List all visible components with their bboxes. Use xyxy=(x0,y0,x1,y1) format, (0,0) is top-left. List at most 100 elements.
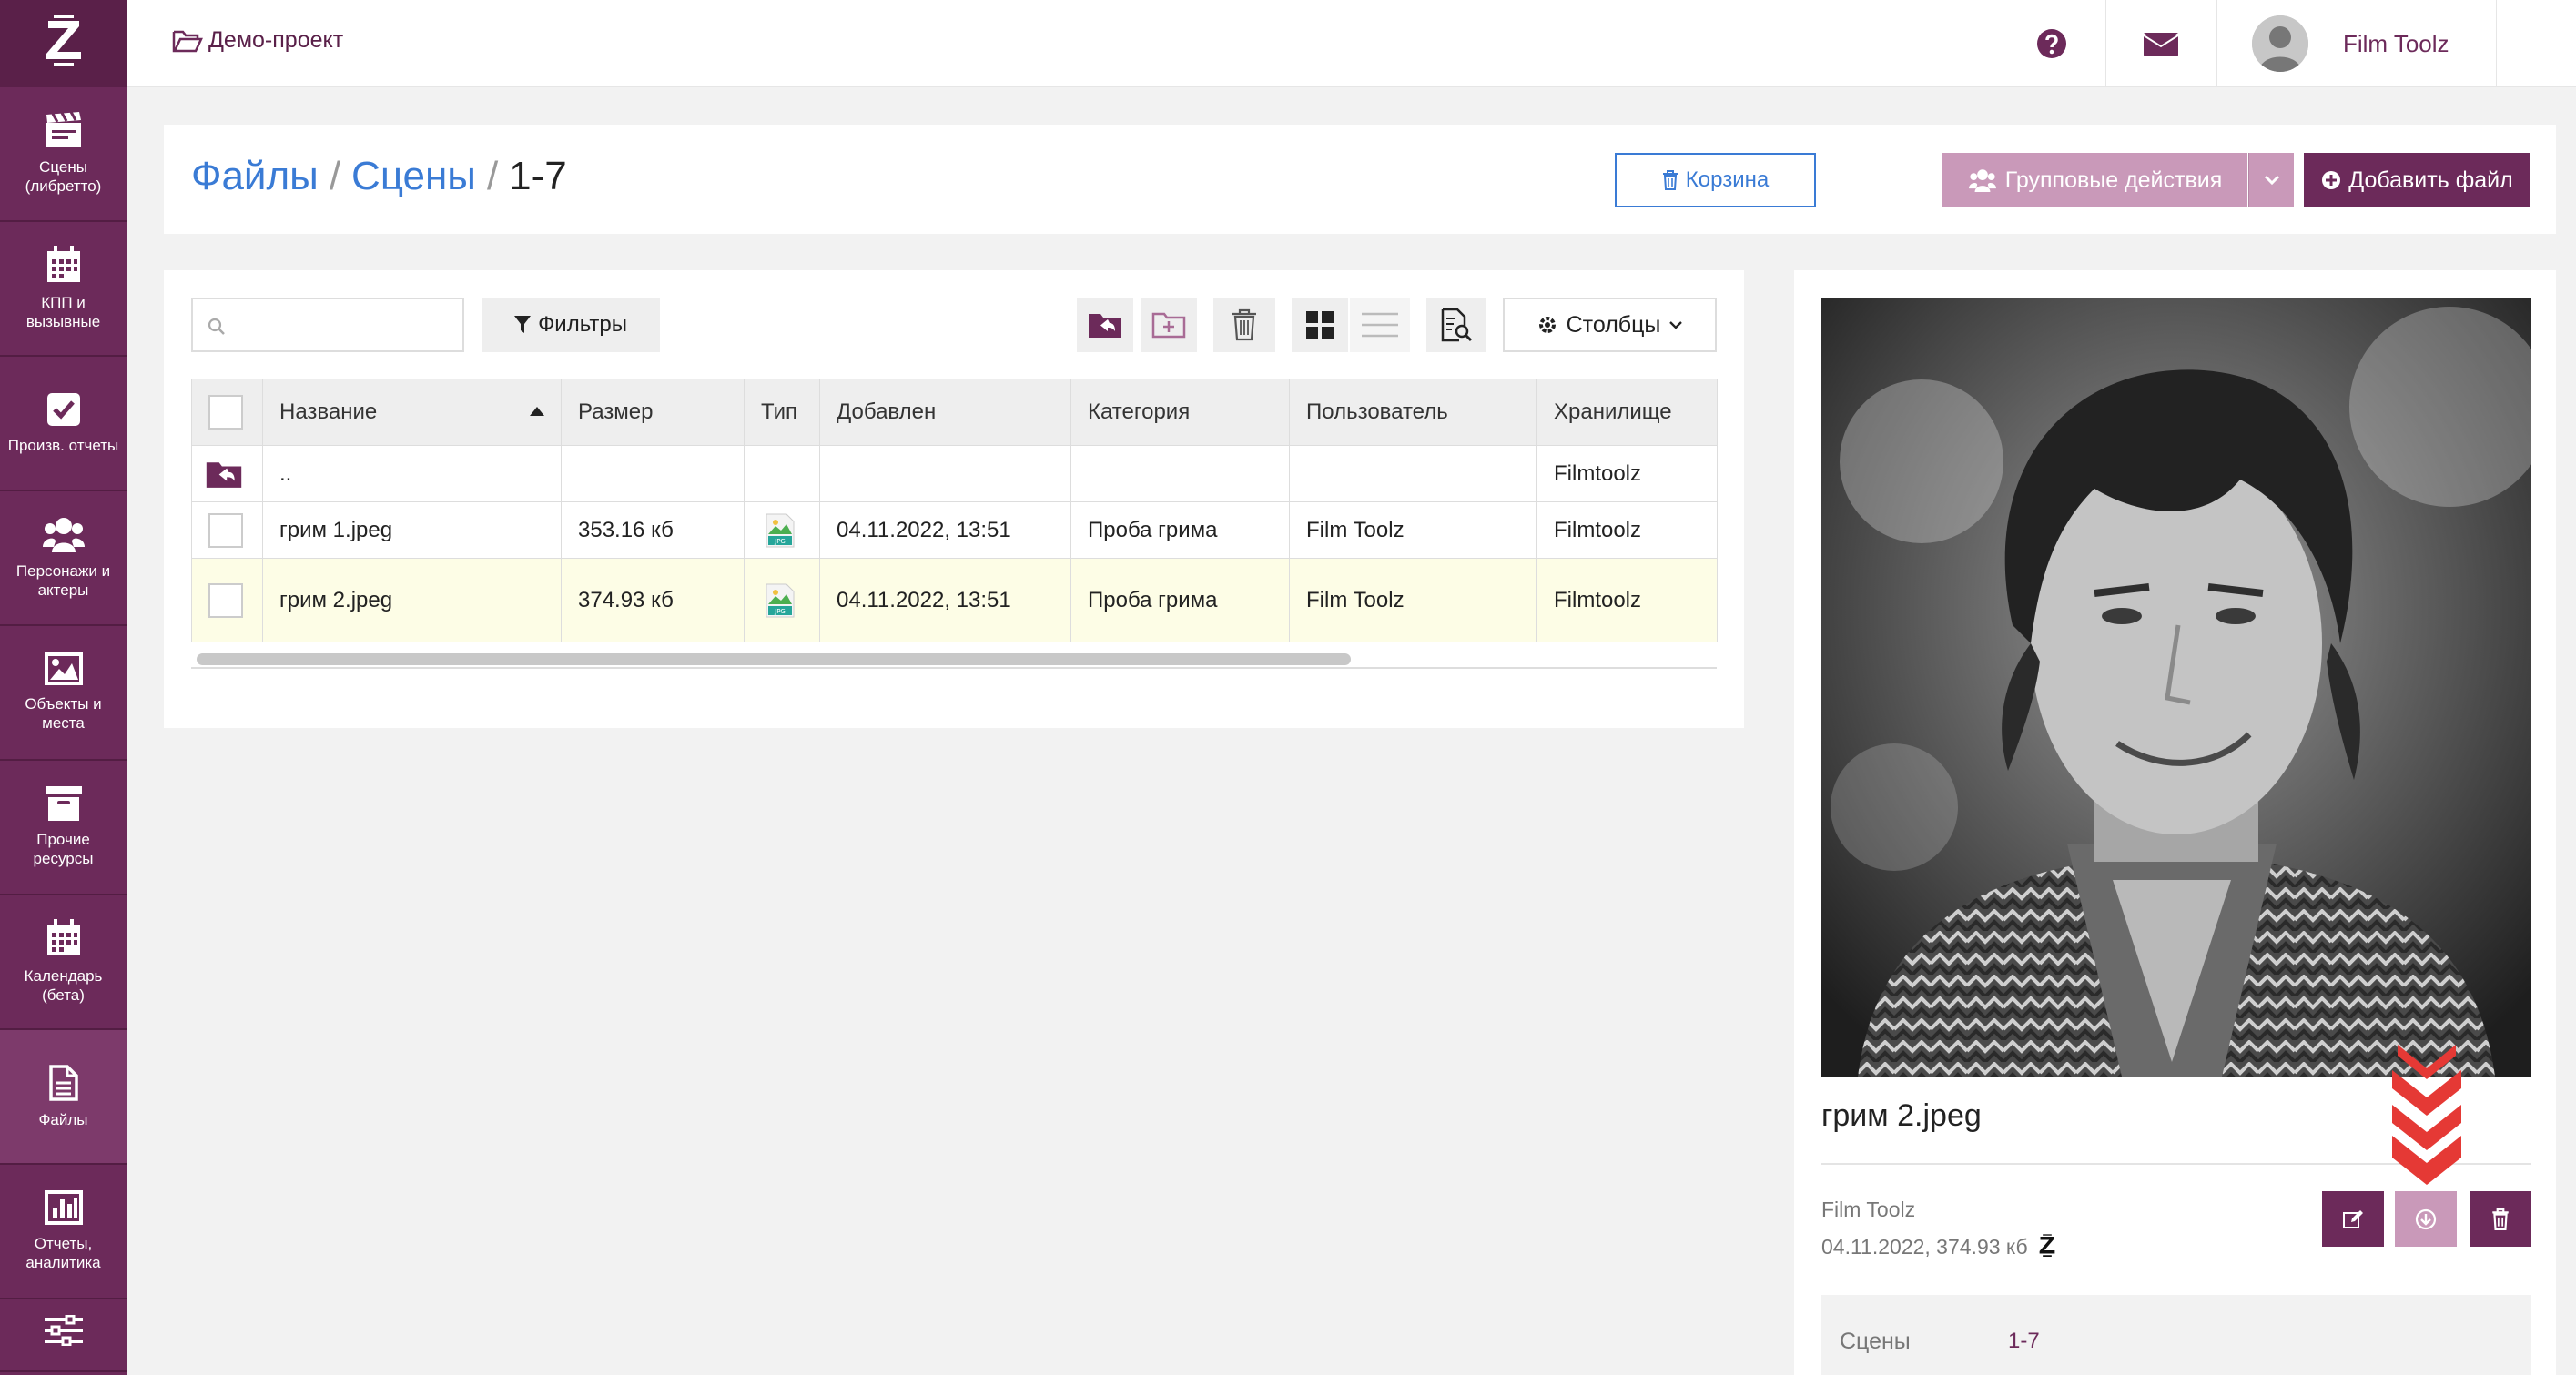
delete-selected-button[interactable] xyxy=(1213,298,1275,352)
row-name[interactable]: грим 1.jpeg xyxy=(262,501,562,559)
select-all-checkbox[interactable] xyxy=(208,395,243,430)
column-header-type[interactable]: Тип xyxy=(744,379,820,446)
breadcrumb-separator: / xyxy=(329,154,341,198)
breadcrumb-current: 1-7 xyxy=(509,154,567,198)
folder-plus-icon xyxy=(1151,312,1186,339)
download-file-button[interactable] xyxy=(2395,1191,2457,1247)
row-name[interactable]: грим 2.jpeg xyxy=(262,558,562,642)
columns-button[interactable]: Столбцы xyxy=(1503,298,1717,352)
messages-button[interactable] xyxy=(2105,0,2216,87)
checkbox-icon xyxy=(46,392,81,427)
help-button[interactable] xyxy=(2017,0,2086,87)
column-header-size[interactable]: Размер xyxy=(561,379,745,446)
row-added: 04.11.2022, 13:51 xyxy=(819,501,1071,559)
avatar xyxy=(2252,15,2308,72)
bar-chart-icon xyxy=(44,1190,83,1225)
sidebar-item-resources[interactable]: Прочие ресурсы xyxy=(0,761,127,895)
columns-label: Столбцы xyxy=(1566,311,1661,338)
breadcrumb-separator: / xyxy=(486,154,499,198)
search-box[interactable] xyxy=(191,298,464,352)
column-header-storage[interactable]: Хранилище xyxy=(1536,379,1718,446)
preview-toggle-button[interactable] xyxy=(1426,298,1486,352)
group-actions-dropdown[interactable] xyxy=(2248,153,2294,207)
user-menu[interactable]: Film Toolz xyxy=(2252,0,2449,87)
column-header-added[interactable]: Добавлен xyxy=(819,379,1071,446)
breadcrumb-files[interactable]: Файлы xyxy=(191,154,319,198)
users-icon xyxy=(1968,169,1996,192)
sidebar-item-label: Прочие ресурсы xyxy=(33,831,94,867)
folder-up-button[interactable] xyxy=(1077,298,1133,352)
archive-icon xyxy=(45,786,82,821)
sidebar-item-label: Файлы xyxy=(38,1110,88,1128)
row-category: Проба грима xyxy=(1070,558,1290,642)
row-name[interactable]: .. xyxy=(262,445,562,502)
filter-icon xyxy=(514,316,532,333)
table-row-selected[interactable]: грим 2.jpeg 374.93 кб JPG 04.11.2022, 13… xyxy=(191,558,1718,642)
sidebar-item-calendar[interactable]: Календарь (бета) xyxy=(0,895,127,1030)
breadcrumb: Файлы / Сцены/1-7 xyxy=(191,154,567,199)
chevron-down-icon xyxy=(1669,321,1683,329)
row-checkbox[interactable] xyxy=(208,582,243,618)
table-row-parent[interactable]: .. Filmtoolz xyxy=(191,445,1718,502)
sort-asc-icon xyxy=(530,407,544,416)
property-scene-link[interactable]: 1-7 xyxy=(2008,1329,2040,1354)
trash-icon xyxy=(1232,308,1256,341)
group-actions-button[interactable]: Групповые действия xyxy=(1942,153,2247,207)
folder-back-icon xyxy=(1089,314,1121,338)
sidebar-item-analytics[interactable]: Отчеты, аналитика xyxy=(0,1165,127,1299)
sidebar-item-settings[interactable] xyxy=(0,1299,127,1372)
column-header-category[interactable]: Категория xyxy=(1070,379,1290,446)
download-hint-arrow-icon xyxy=(2388,1045,2465,1187)
table-header-row: Название Размер Тип Добавлен Категория П… xyxy=(191,379,1718,446)
row-size: 374.93 кб xyxy=(561,558,745,642)
folder-back-icon xyxy=(206,461,242,488)
calendar-icon xyxy=(46,919,82,957)
users-icon xyxy=(42,516,85,552)
grid-icon xyxy=(1306,311,1334,339)
property-label: Сцены xyxy=(1840,1329,1911,1354)
trash-button-label: Корзина xyxy=(1685,167,1770,192)
sidebar-item-scenes[interactable]: Сцены (либретто) xyxy=(0,87,127,222)
trash-button[interactable]: Корзина xyxy=(1615,153,1816,207)
grid-view-button[interactable] xyxy=(1292,298,1348,352)
scrollbar-thumb[interactable] xyxy=(197,653,1351,665)
sidebar-item-characters[interactable]: Персонажи и актеры xyxy=(0,491,127,626)
jpg-file-icon: JPG xyxy=(744,501,820,559)
add-file-button[interactable]: Добавить файл xyxy=(2304,153,2530,207)
new-folder-button[interactable] xyxy=(1141,298,1197,352)
image-preview[interactable] xyxy=(1821,298,2531,1077)
filters-button[interactable]: Фильтры xyxy=(482,298,660,352)
sidebar-item-reports[interactable]: Произв. отчеты xyxy=(0,357,127,491)
column-header-user[interactable]: Пользователь xyxy=(1289,379,1537,446)
row-storage: Filmtoolz xyxy=(1536,445,1718,502)
gear-icon xyxy=(1538,317,1556,333)
search-input[interactable] xyxy=(233,307,451,343)
select-all-cell[interactable] xyxy=(191,379,263,446)
sidebar-item-label: Произв. отчеты xyxy=(7,436,119,454)
project-selector[interactable]: Демо-проект xyxy=(172,27,343,54)
app-logo[interactable] xyxy=(0,0,127,87)
column-header-name[interactable]: Название xyxy=(262,379,562,446)
add-file-label: Добавить файл xyxy=(2348,167,2513,193)
row-storage: Filmtoolz xyxy=(1536,558,1718,642)
delete-file-button[interactable] xyxy=(2470,1191,2531,1247)
sidebar-item-locations[interactable]: Объекты и места xyxy=(0,626,127,761)
sidebar-item-label: Календарь (бета) xyxy=(24,967,103,1004)
search-icon xyxy=(208,318,226,336)
calendar-icon xyxy=(46,246,82,284)
z-logo-icon xyxy=(46,15,81,66)
row-size: 353.16 кб xyxy=(561,501,745,559)
row-checkbox[interactable] xyxy=(208,512,243,548)
top-bar: Демо-проект Film Toolz RU xyxy=(127,0,2576,87)
sidebar-item-callsheets[interactable]: КПП и вызывные xyxy=(0,222,127,357)
preview-meta: 04.11.2022, 374.93 кб xyxy=(1821,1234,2057,1259)
table-row[interactable]: грим 1.jpeg 353.16 кб JPG 04.11.2022, 13… xyxy=(191,501,1718,559)
sliders-icon xyxy=(44,1315,83,1346)
horizontal-scrollbar[interactable] xyxy=(191,651,1717,669)
list-view-button[interactable] xyxy=(1350,298,1410,352)
edit-file-button[interactable] xyxy=(2322,1191,2384,1247)
breadcrumb-scenes[interactable]: Сцены xyxy=(351,154,476,198)
sidebar-item-label: Объекты и места xyxy=(25,695,102,732)
group-actions-label: Групповые действия xyxy=(2004,167,2223,193)
sidebar-item-files[interactable]: Файлы xyxy=(0,1030,127,1165)
